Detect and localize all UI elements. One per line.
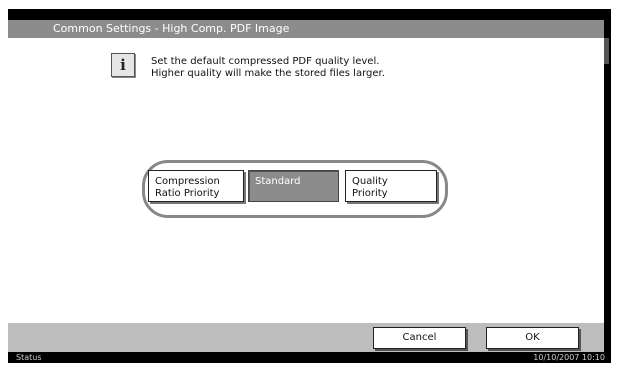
compression-label-line1: Compression (155, 176, 220, 187)
compression-ratio-priority-button[interactable]: Compression Ratio Priority (148, 170, 244, 202)
quality-priority-button[interactable]: Quality Priority (345, 170, 437, 202)
ok-button[interactable]: OK (486, 327, 579, 349)
info-icon: i (111, 53, 135, 77)
quality-label-line2: Priority (352, 188, 388, 199)
standard-label: Standard (255, 176, 301, 187)
title-bar: Common Settings - High Comp. PDF Image (8, 20, 604, 38)
page-title: Common Settings - High Comp. PDF Image (53, 22, 290, 35)
info-message-line2: Higher quality will make the stored file… (151, 68, 385, 79)
cancel-button[interactable]: Cancel (373, 327, 466, 349)
status-bar (8, 352, 611, 363)
standard-button[interactable]: Standard (248, 170, 339, 202)
scrollbar-accent (604, 38, 609, 64)
status-label[interactable]: Status (16, 352, 42, 363)
info-message-line1: Set the default compressed PDF quality l… (151, 56, 380, 67)
quality-label-line1: Quality (352, 176, 388, 187)
compression-label-line2: Ratio Priority (155, 188, 220, 199)
status-datetime: 10/10/2007 10:10 (533, 353, 605, 362)
